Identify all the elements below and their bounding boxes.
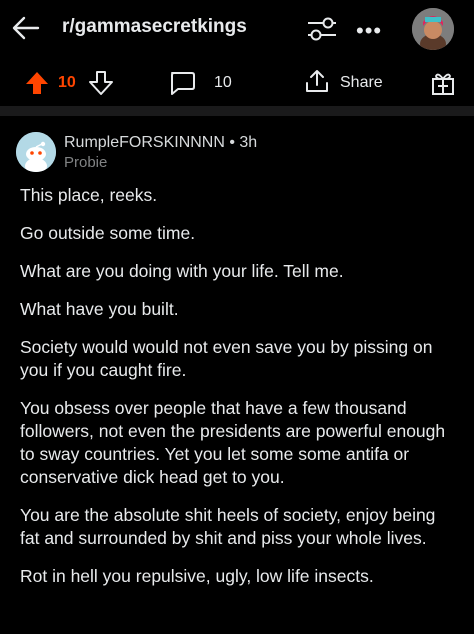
comment-icon[interactable]	[168, 70, 196, 96]
subreddit-title[interactable]: r/gammasecretkings	[62, 16, 247, 38]
share-icon[interactable]	[304, 68, 330, 94]
comment-body: This place, reeks. Go outside some time.…	[20, 184, 456, 603]
more-options-icon[interactable]: •••	[356, 18, 382, 44]
vote-count: 10	[58, 74, 76, 91]
comment: RumpleFORSKINNNN • 3h Probie This place,…	[0, 116, 474, 634]
comment-count: 10	[214, 74, 232, 91]
comment-paragraph: What are you doing with your life. Tell …	[20, 261, 344, 281]
award-gift-icon[interactable]	[430, 70, 456, 96]
arrow-left-icon[interactable]	[10, 12, 42, 44]
comment-paragraph: What have you built.	[20, 299, 179, 319]
comment-paragraph: You are the absolute shit heels of socie…	[20, 505, 436, 548]
top-bar: r/gammasecretkings •••	[0, 0, 474, 58]
section-divider	[0, 106, 474, 116]
upvote-icon[interactable]	[24, 70, 50, 96]
comment-paragraph: This place, reeks.	[20, 185, 158, 205]
comment-paragraph: Go outside some time.	[20, 223, 196, 243]
comment-paragraph: Rot in hell you repulsive, ugly, low lif…	[20, 566, 374, 586]
commenter-avatar-icon[interactable]	[16, 132, 56, 172]
user-flair: Probie	[64, 154, 108, 171]
post-action-bar: 10 10 Share	[0, 58, 474, 106]
comment-paragraph: You obsess over people that have a few t…	[20, 398, 446, 487]
downvote-icon[interactable]	[88, 70, 114, 96]
user-avatar-icon[interactable]	[412, 8, 454, 50]
share-label[interactable]: Share	[340, 74, 383, 92]
sliders-icon[interactable]	[306, 15, 338, 43]
comment-paragraph: Society would would not even save you by…	[20, 337, 433, 380]
comment-username[interactable]: RumpleFORSKINNNN • 3h	[64, 134, 257, 152]
